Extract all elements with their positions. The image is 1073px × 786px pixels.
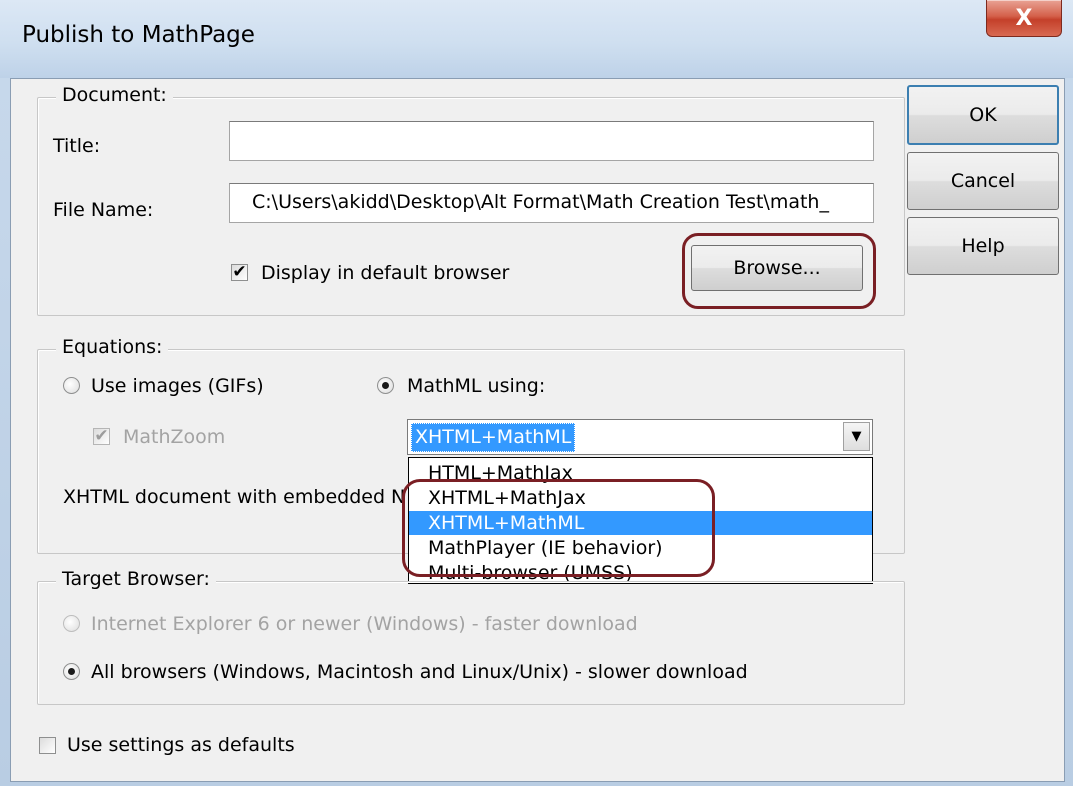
radio-selected-dot [382,382,389,389]
dialog-window: Publish to MathPage X Document: Title: F… [0,0,1073,786]
browse-highlight [682,233,876,309]
close-button[interactable]: X [986,0,1062,37]
title-label: Title: [53,135,101,157]
use-defaults-label: Use settings as defaults [67,734,295,756]
dialog-body: Document: Title: File Name: C:\Users\aki… [10,78,1065,782]
format-selected-value: XHTML+MathML [411,423,576,452]
ie-label: Internet Explorer 6 or newer (Windows) -… [91,613,638,635]
help-button[interactable]: Help [907,217,1059,275]
format-options-highlight [402,479,715,577]
filename-label: File Name: [53,199,154,221]
cancel-button[interactable]: Cancel [907,152,1059,210]
target-browser-legend: Target Browser: [56,568,216,590]
ie-radio[interactable] [63,615,80,632]
radio-selected-dot [68,668,75,675]
check-icon: ✔ [94,426,109,446]
mathzoom-checkbox[interactable]: ✔ [93,428,110,445]
format-select[interactable]: XHTML+MathML ▼ [407,419,873,455]
use-images-label: Use images (GIFs) [91,375,264,397]
close-icon: X [1015,5,1033,31]
mathml-label: MathML using: [407,375,546,397]
title-bar[interactable]: Publish to MathPage X [0,0,1073,78]
chevron-down-icon: ▼ [851,429,862,444]
use-defaults-checkbox[interactable] [39,737,56,754]
filename-field[interactable]: C:\Users\akidd\Desktop\Alt Format\Math C… [229,183,874,223]
check-icon: ✔ [232,262,247,282]
ok-button[interactable]: OK [907,85,1059,145]
mathzoom-label: MathZoom [123,426,226,448]
display-browser-checkbox[interactable]: ✔ [231,264,248,281]
equations-legend: Equations: [56,336,169,358]
display-browser-label: Display in default browser [261,262,510,284]
dialog-title: Publish to MathPage [22,22,255,48]
mathml-radio[interactable] [377,377,394,394]
use-images-radio[interactable] [63,377,80,394]
format-description: XHTML document with embedded N [63,486,406,508]
document-legend: Document: [56,84,173,106]
all-browsers-radio[interactable] [63,663,80,680]
all-browsers-label: All browsers (Windows, Macintosh and Lin… [91,661,748,683]
dropdown-arrow[interactable]: ▼ [843,422,870,451]
title-field[interactable] [229,121,874,161]
target-browser-group: Target Browser: [37,568,905,705]
